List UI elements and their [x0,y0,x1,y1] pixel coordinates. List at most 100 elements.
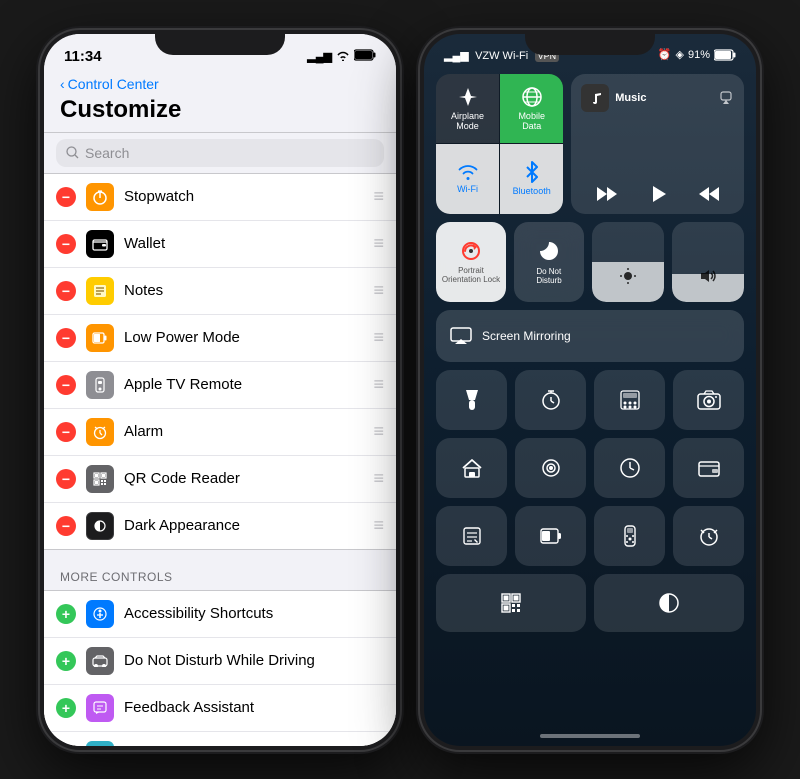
volume-icon [699,267,717,285]
dnd-icon [537,239,561,263]
flashlight-tile[interactable] [436,370,507,430]
remote-tile[interactable] [594,506,665,566]
silent-button[interactable] [40,30,44,58]
cc-row-3: Screen Mirroring [436,310,744,362]
remove-button[interactable]: − [56,234,76,254]
rotation-lock-tile[interactable]: PortraitOrientation Lock [436,222,506,302]
dnd-label: Do NotDisturb [536,267,561,285]
cellular-tile[interactable]: Mobile Data [500,74,563,144]
music-note-icon [587,90,603,106]
list-item[interactable]: − Low Power Mode ≡ [44,315,396,362]
brightness-slider[interactable] [592,222,664,302]
dark-mode-tile[interactable] [594,574,744,632]
remove-button[interactable]: − [56,281,76,301]
search-bar[interactable]: Search [56,139,384,167]
focus-tile[interactable] [515,438,586,498]
notes-tile[interactable] [436,506,507,566]
airplane-icon [457,86,479,108]
rewind-icon[interactable] [597,186,617,202]
status-right: ⏰ ◈ 91% [658,48,736,61]
back-button[interactable]: ‹ Control Center [60,76,380,92]
low-power-icon [86,324,114,352]
volume-slider[interactable] [672,222,744,302]
list-item[interactable]: + Accessibility Shortcuts [44,591,396,638]
fastforward-icon[interactable] [699,186,719,202]
add-button[interactable]: + [56,745,76,746]
battery-tile[interactable] [515,506,586,566]
qr-scanner-icon [500,592,522,614]
remove-button[interactable]: − [56,422,76,442]
airplay-icon[interactable] [718,90,734,106]
dnd-tile[interactable]: Do NotDisturb [514,222,584,302]
remove-button[interactable]: − [56,375,76,395]
play-icon[interactable] [648,184,668,204]
camera-icon [697,390,721,410]
remove-button[interactable]: − [56,516,76,536]
notch [155,30,285,55]
wifi-tile[interactable]: Wi-Fi [436,144,499,214]
add-button[interactable]: + [56,651,76,671]
wifi-label: Wi-Fi [457,184,478,194]
timer-tile[interactable] [515,370,586,430]
add-button[interactable]: + [56,698,76,718]
list-item[interactable]: − Apple TV Remote ≡ [44,362,396,409]
calculator-tile[interactable] [594,370,665,430]
cellular-icon [521,86,543,108]
remove-button[interactable]: − [56,187,76,207]
airplane-mode-tile[interactable]: Airplane Mode [436,74,499,144]
drag-handle[interactable]: ≡ [373,280,384,301]
drag-handle[interactable]: ≡ [373,186,384,207]
bluetooth-tile[interactable]: Bluetooth [500,144,563,214]
home-icon [461,457,483,479]
battery-icon [354,49,376,64]
item-label: Stopwatch [124,188,373,205]
bluetooth-icon [525,161,539,183]
list-item[interactable]: − QR Code Reader ≡ [44,456,396,503]
alarm-tile[interactable] [673,506,744,566]
silent-button[interactable] [420,30,424,58]
stopwatch-icon [86,183,114,211]
remove-button[interactable]: − [56,469,76,489]
wallet-tile[interactable] [673,438,744,498]
drag-handle[interactable]: ≡ [373,327,384,348]
list-item[interactable]: − Notes ≡ [44,268,396,315]
dnd-driving-icon [86,647,114,675]
qr-scanner-tile[interactable] [436,574,586,632]
cc-row-6 [436,506,744,566]
rotation-lock-label: PortraitOrientation Lock [442,266,500,284]
remove-button[interactable]: − [56,328,76,348]
settings-scroll[interactable]: − Stopwatch ≡ − [44,173,396,746]
screen-mirroring-tile[interactable]: Screen Mirroring [436,310,744,362]
drag-handle[interactable]: ≡ [373,515,384,536]
list-item[interactable]: − Wallet ≡ [44,221,396,268]
item-label: Notes [124,282,373,299]
add-button[interactable]: + [56,604,76,624]
camera-tile[interactable] [673,370,744,430]
item-label: Dark Appearance [124,517,373,534]
list-item[interactable]: + Do Not Disturb While Driving [44,638,396,685]
cc-row-4 [436,370,744,430]
music-tile[interactable]: Music [571,74,744,214]
list-item[interactable]: − Dark Appearance ≡ [44,503,396,549]
drag-handle[interactable]: ≡ [373,468,384,489]
accessibility-icon [86,600,114,628]
clock-tile[interactable] [594,438,665,498]
list-item[interactable]: − Stopwatch ≡ [44,174,396,221]
alarm-icon [86,418,114,446]
qr-icon [86,465,114,493]
home-tile[interactable] [436,438,507,498]
guided-access-icon [86,741,114,746]
drag-handle[interactable]: ≡ [373,421,384,442]
apple-tv-icon [86,371,114,399]
signal-bars: ▂▄▆ [444,50,469,62]
drag-handle[interactable]: ≡ [373,374,384,395]
nav-bar: ‹ Control Center Customize [44,72,396,133]
drag-handle[interactable]: ≡ [373,233,384,254]
carrier-label: VZW Wi-Fi [475,50,528,62]
notes-cc-icon [462,526,482,546]
item-label: Low Power Mode [124,329,373,346]
control-center-grid: Airplane Mode [424,66,756,746]
list-item[interactable]: − Alarm ≡ [44,409,396,456]
screen-mirroring-label: Screen Mirroring [482,329,571,343]
list-item[interactable]: + Feedback Assistant [44,685,396,732]
